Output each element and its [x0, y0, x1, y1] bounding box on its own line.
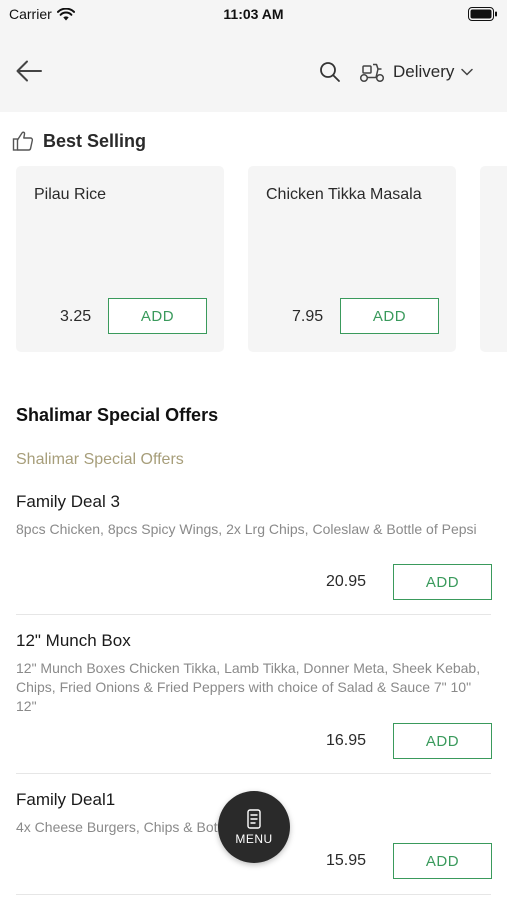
best-selling-card-partial[interactable] — [480, 166, 507, 352]
delivery-scooter-icon — [359, 63, 385, 83]
card-item-price: 7.95 — [292, 308, 324, 325]
divider — [16, 773, 491, 774]
status-time: 11:03 AM — [223, 6, 284, 22]
add-button[interactable]: ADD — [393, 564, 492, 600]
add-button[interactable]: ADD — [108, 298, 207, 334]
back-arrow-icon[interactable] — [14, 58, 44, 84]
best-selling-carousel[interactable]: Pilau Rice 3.25 ADD Chicken Tikka Masala… — [16, 166, 507, 354]
best-selling-heading: Best Selling — [12, 130, 146, 152]
top-navigation-bar: Delivery — [0, 30, 507, 112]
menu-fab-button[interactable]: MENU — [218, 791, 290, 863]
menu-item-name: Family Deal 3 — [16, 492, 120, 511]
card-item-name: Pilau Rice — [34, 186, 107, 203]
divider — [16, 894, 491, 895]
battery-icon — [468, 7, 497, 21]
menu-item-price: 20.95 — [326, 573, 367, 590]
card-item-name: Chicken Tikka Masala — [266, 186, 422, 203]
thumbs-up-icon — [12, 131, 34, 151]
category-subtitle: Shalimar Special Offers — [16, 451, 184, 468]
status-bar: Carrier 11:03 AM — [0, 0, 507, 30]
menu-fab-label: MENU — [235, 831, 273, 846]
delivery-label: Delivery — [393, 62, 455, 81]
menu-card-icon — [247, 808, 261, 829]
menu-item-description: 12" Munch Boxes Chicken Tikka, Lamb Tikk… — [16, 660, 481, 714]
delivery-mode-selector[interactable]: Delivery — [358, 57, 474, 87]
menu-item[interactable]: Family Deal 3 8pcs Chicken, 8pcs Spicy W… — [16, 492, 492, 600]
chevron-down-icon — [461, 68, 474, 76]
best-selling-card[interactable]: Pilau Rice 3.25 ADD — [16, 166, 224, 352]
menu-item-price: 16.95 — [326, 732, 367, 749]
add-button[interactable]: ADD — [340, 298, 439, 334]
menu-item-description: 8pcs Chicken, 8pcs Spicy Wings, 2x Lrg C… — [16, 521, 477, 537]
add-button[interactable]: ADD — [393, 843, 492, 879]
divider — [16, 614, 491, 615]
section-title: Shalimar Special Offers — [16, 405, 219, 425]
menu-item-name: 12" Munch Box — [16, 631, 131, 650]
best-selling-card[interactable]: Chicken Tikka Masala 7.95 ADD — [248, 166, 456, 352]
menu-item-price: 15.95 — [326, 852, 367, 869]
add-button[interactable]: ADD — [393, 723, 492, 759]
search-icon[interactable] — [318, 60, 342, 84]
best-selling-title: Best Selling — [43, 130, 147, 151]
menu-item[interactable]: 12" Munch Box 12" Munch Boxes Chicken Ti… — [16, 631, 492, 759]
card-item-price: 3.25 — [60, 308, 92, 325]
